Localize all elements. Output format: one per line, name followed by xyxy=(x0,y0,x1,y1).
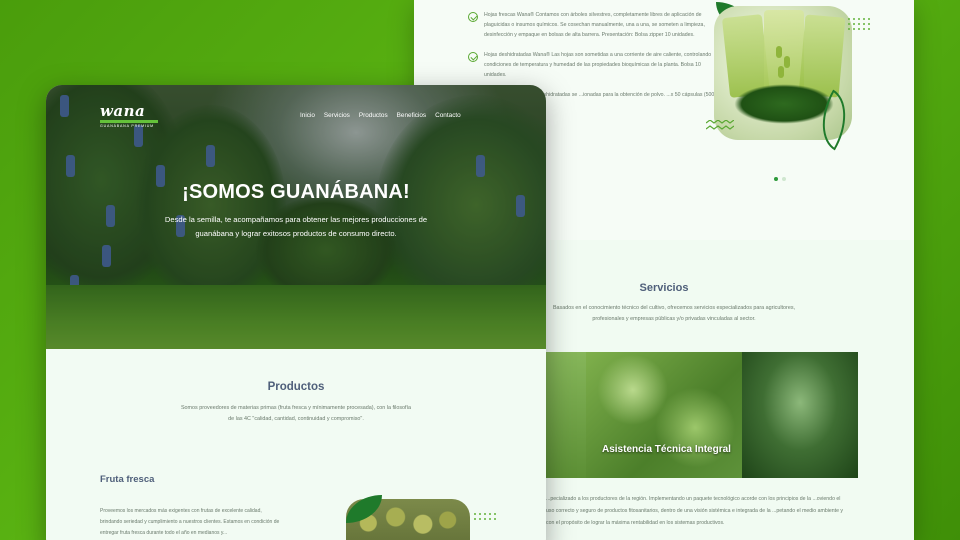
main-nav: Inicio Servicios Productos Beneficios Co… xyxy=(300,112,461,119)
services-body-text: ...pecializado a los productores de la r… xyxy=(546,496,844,526)
hero-section: wana GUANÁBANA PREMIUM Inicio Servicios … xyxy=(46,85,546,349)
check-item-text: Hojas frescas Wana® Contamos con árboles… xyxy=(484,12,705,38)
nav-item-productos[interactable]: Productos xyxy=(359,112,388,119)
fresh-fruit-description: Proveemos los mercados más exigentes con… xyxy=(100,508,280,536)
services-image: Asistencia Técnica Integral xyxy=(546,352,858,478)
products-description: Somos proveedores de materias primas (fr… xyxy=(180,405,412,422)
logo-bar xyxy=(100,120,158,123)
nav-item-inicio[interactable]: Inicio xyxy=(300,112,315,119)
dots-decoration-icon xyxy=(848,18,870,30)
fresh-fruit-title: Fruta fresca xyxy=(100,474,155,485)
hero-title: ¡SOMOS GUANÁBANA! xyxy=(182,181,410,203)
hero-subtitle: Desde la semilla, te acompañamos para ob… xyxy=(164,215,428,238)
check-circle-icon xyxy=(468,52,478,62)
carousel-dot-active[interactable] xyxy=(774,177,778,181)
nav-item-contacto[interactable]: Contacto xyxy=(435,112,461,119)
carousel-indicator[interactable] xyxy=(774,177,786,181)
front-page-preview: wana GUANÁBANA PREMIUM Inicio Servicios … xyxy=(46,85,546,540)
logo-tagline: GUANÁBANA PREMIUM xyxy=(100,124,154,128)
list-item: Hojas deshidratadas Wana® Las hojas son … xyxy=(468,50,718,80)
logo-wordmark: wana xyxy=(100,102,146,120)
dots-decoration-icon xyxy=(474,513,496,520)
services-description: Basados en el conocimiento técnico del c… xyxy=(552,305,796,322)
nav-item-beneficios[interactable]: Beneficios xyxy=(397,112,427,119)
zigzag-decoration-icon xyxy=(706,120,734,130)
products-title: Productos xyxy=(267,381,325,393)
check-item-text: Hojas deshidratadas Wana® Las hojas son … xyxy=(484,52,712,78)
wana-logo[interactable]: wana GUANÁBANA PREMIUM xyxy=(100,103,160,128)
list-item: Hojas frescas Wana® Contamos con árboles… xyxy=(468,10,718,40)
carousel-dot[interactable] xyxy=(782,177,786,181)
check-circle-icon xyxy=(468,12,478,22)
nav-item-servicios[interactable]: Servicios xyxy=(324,112,350,119)
services-image-caption: Asistencia Técnica Integral xyxy=(602,444,731,455)
